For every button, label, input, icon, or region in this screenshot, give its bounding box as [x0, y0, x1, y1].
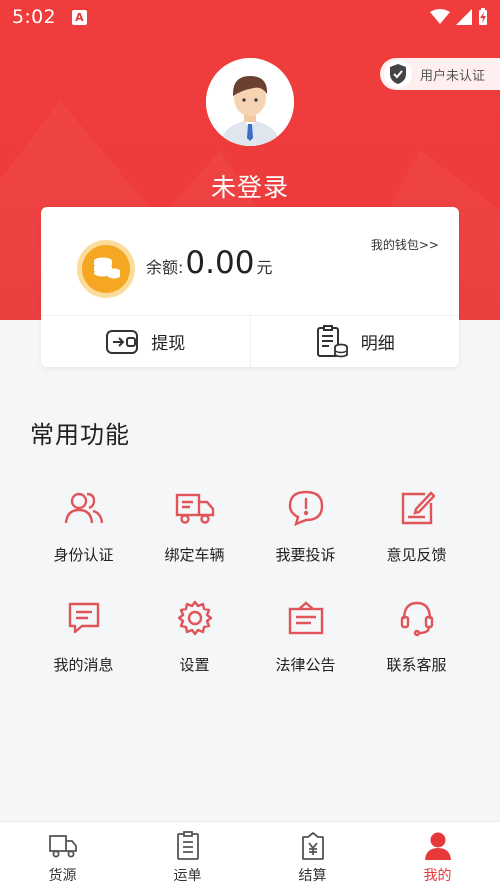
function-bind-vehicle[interactable]: 绑定车辆 [139, 478, 250, 588]
headset-icon [397, 598, 437, 638]
function-label: 法律公告 [275, 656, 336, 674]
details-icon [316, 324, 348, 357]
function-label: 绑定车辆 [164, 546, 225, 564]
users-icon [64, 488, 104, 528]
function-settings[interactable]: 设置 [139, 588, 250, 698]
withdraw-label: 提现 [151, 334, 186, 354]
verify-status-badge[interactable]: 用户未认证 [380, 58, 500, 90]
function-legal-notice[interactable]: 法律公告 [250, 588, 361, 698]
details-button[interactable]: 明细 [249, 316, 460, 367]
tab-label: 我的 [423, 868, 452, 884]
bottom-tab-bar: 货源 运单 结算 我的 [0, 821, 500, 888]
function-label: 我要投诉 [275, 546, 336, 564]
cargo-truck-icon [47, 830, 79, 862]
balance-row: 余额: 0.00 元 [146, 245, 272, 281]
tab-settlement[interactable]: 结算 [250, 822, 375, 888]
coin-icon-wrapper [77, 240, 135, 298]
my-wallet-link[interactable]: 我的钱包>> [371, 236, 439, 253]
feedback-edit-icon [397, 488, 437, 528]
function-my-messages[interactable]: 我的消息 [28, 588, 139, 698]
tab-label: 运单 [173, 868, 202, 884]
function-complaint[interactable]: 我要投诉 [250, 478, 361, 588]
balance-unit: 元 [256, 258, 273, 277]
function-label: 身份认证 [53, 546, 114, 564]
status-time: 5:02 [12, 6, 56, 28]
battery-charging-icon [479, 8, 487, 25]
wallet-actions: 提现 明细 [41, 315, 459, 367]
wallet-card: 余额: 0.00 元 我的钱包>> 提现 明细 [41, 207, 459, 367]
settlement-icon [297, 830, 329, 862]
user-avatar-icon [206, 58, 294, 146]
function-grid: 身份认证 绑定车辆 我要投诉 意见反馈 我的消息 设置 法律公告 联系客服 [28, 478, 472, 698]
profile-icon [422, 830, 454, 862]
shield-icon [384, 60, 412, 88]
function-label: 意见反馈 [386, 546, 447, 564]
balance-label: 余额: [146, 258, 184, 277]
verify-status-text: 用户未认证 [420, 68, 486, 84]
login-status-name[interactable]: 未登录 [0, 168, 500, 204]
status-bar: 5:02 A [0, 0, 500, 34]
signal-icon [456, 9, 472, 25]
tab-waybill[interactable]: 运单 [125, 822, 250, 888]
tab-label: 结算 [298, 868, 327, 884]
section-title: 常用功能 [30, 421, 130, 449]
details-label: 明细 [360, 334, 395, 354]
function-label: 我的消息 [53, 656, 114, 674]
gear-icon [175, 598, 215, 638]
function-feedback[interactable]: 意见反馈 [361, 478, 472, 588]
notice-board-icon [286, 598, 326, 638]
tab-label: 货源 [48, 868, 77, 884]
complaint-icon [286, 488, 326, 528]
function-customer-service[interactable]: 联系客服 [361, 588, 472, 698]
function-label: 设置 [179, 656, 210, 674]
avatar[interactable] [206, 58, 294, 146]
notification-icon: A [71, 9, 87, 25]
balance-value: 0.00 [185, 245, 255, 281]
coins-icon [94, 257, 120, 279]
tab-mine[interactable]: 我的 [375, 822, 500, 888]
withdraw-button[interactable]: 提现 [41, 316, 250, 367]
withdraw-icon [106, 329, 139, 354]
tab-cargo[interactable]: 货源 [0, 822, 125, 888]
message-icon [64, 598, 104, 638]
function-label: 联系客服 [386, 656, 447, 674]
truck-icon [175, 488, 215, 528]
function-identity-verify[interactable]: 身份认证 [28, 478, 139, 588]
waybill-icon [172, 830, 204, 862]
wifi-icon [430, 9, 450, 24]
